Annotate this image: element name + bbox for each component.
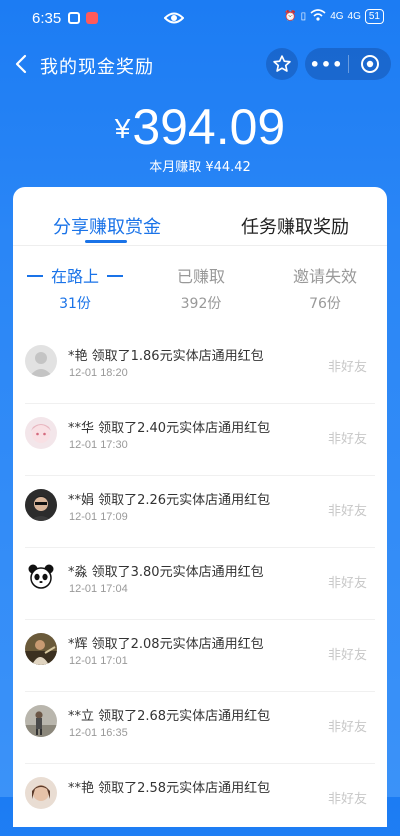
battery-icon: 51 [364, 9, 384, 24]
filter-label: 在路上 [50, 267, 99, 286]
list-item[interactable]: **立 领取了2.68元实体店通用红包 12-01 16:35 非好友 [13, 692, 387, 764]
record-desc: **立 领取了2.68元实体店通用红包 [68, 709, 271, 724]
reward-card: 分享赚取赏金 任务赚取奖励 在路上 31份 已赚取 392份 邀请失效 76份 … [13, 187, 387, 827]
mini-program-capsule: ••• [305, 48, 391, 80]
record-time: 12-01 17:01 [69, 655, 128, 667]
non-friend-tag: 非好友 [327, 432, 367, 447]
non-friend-tag: 非好友 [327, 360, 367, 375]
total-amount: ¥394.09 [0, 100, 400, 156]
signal-4g-icon-2: 4G [347, 11, 361, 22]
avatar [25, 417, 57, 449]
filter-label: 邀请失效 [292, 267, 357, 286]
avatar [25, 777, 57, 809]
list-item[interactable]: **艳 领取了2.58元实体店通用红包 非好友 [13, 764, 387, 836]
status-indicators: ⏰ ▯ 4G 4G 51 [284, 9, 384, 24]
record-desc: **娟 领取了2.26元实体店通用红包 [68, 493, 271, 508]
tab-bar: 分享赚取赏金 任务赚取奖励 [13, 187, 387, 246]
filter-earned[interactable]: 已赚取 392份 [141, 263, 261, 313]
dash-left [26, 275, 43, 277]
close-button[interactable] [349, 54, 391, 74]
non-friend-tag: 非好友 [327, 504, 367, 519]
tab-indicator [85, 240, 127, 243]
signal-4g-icon: 4G [330, 11, 344, 22]
record-desc: **华 领取了2.40元实体店通用红包 [68, 421, 271, 436]
month-earned: 本月赚取 ¥44.42 [149, 160, 251, 175]
filter-count: 392份 [180, 296, 222, 312]
non-friend-tag: 非好友 [327, 720, 367, 735]
filter-count: 76份 [309, 296, 341, 312]
avatar [25, 705, 57, 737]
dash-right [107, 275, 123, 277]
record-time: 12-01 18:20 [69, 367, 128, 379]
avatar [25, 489, 57, 521]
filter-count: 31份 [59, 296, 91, 312]
record-desc: *淼 领取了3.80元实体店通用红包 [68, 565, 264, 580]
eye-icon [163, 11, 185, 29]
favorite-button[interactable] [266, 48, 298, 80]
app-notification-icon [86, 12, 98, 24]
amount-value: 394.09 [132, 99, 286, 155]
record-desc: *艳 领取了1.86元实体店通用红包 [68, 349, 264, 364]
avatar [25, 561, 57, 593]
page-header: 我的现金奖励 ••• [0, 44, 400, 84]
list-item[interactable]: **华 领取了2.40元实体店通用红包 12-01 17:30 非好友 [13, 404, 387, 476]
tab-task-reward[interactable]: 任务赚取奖励 [241, 213, 349, 239]
status-time: 6:35 [32, 10, 62, 27]
list-item[interactable]: **娟 领取了2.26元实体店通用红包 12-01 17:09 非好友 [13, 476, 387, 548]
record-time: 12-01 16:35 [69, 727, 128, 739]
wifi-icon [310, 9, 326, 24]
filter-label: 已赚取 [176, 267, 225, 286]
non-friend-tag: 非好友 [327, 648, 367, 663]
record-desc: *辉 领取了2.08元实体店通用红包 [68, 637, 264, 652]
non-friend-tag: 非好友 [327, 576, 367, 591]
record-time: 12-01 17:09 [69, 511, 128, 523]
target-close-icon [361, 55, 379, 73]
more-button[interactable]: ••• [305, 55, 348, 74]
filter-on-the-way[interactable]: 在路上 31份 [15, 263, 135, 313]
alarm-icon: ⏰ [284, 11, 297, 22]
reward-summary: ¥394.09 本月赚取 ¥44.42 [0, 100, 400, 175]
record-time: 12-01 17:04 [69, 583, 128, 595]
record-desc: **艳 领取了2.58元实体店通用红包 [68, 781, 271, 796]
record-time: 12-01 17:30 [69, 439, 128, 451]
list-item[interactable]: *淼 领取了3.80元实体店通用红包 12-01 17:04 非好友 [13, 548, 387, 620]
avatar [25, 345, 57, 377]
non-friend-tag: 非好友 [327, 792, 367, 807]
chevron-left-icon [15, 54, 27, 74]
status-bar: 6:35 ⏰ ▯ 4G 4G 51 [0, 0, 400, 38]
currency-symbol: ¥ [114, 113, 131, 144]
back-button[interactable] [10, 50, 32, 78]
list-item[interactable]: *辉 领取了2.08元实体店通用红包 12-01 17:01 非好友 [13, 620, 387, 692]
page-title: 我的现金奖励 [40, 57, 154, 78]
notification-icon [68, 12, 80, 24]
tab-share-bounty[interactable]: 分享赚取赏金 [53, 213, 161, 239]
list-item[interactable]: *艳 领取了1.86元实体店通用红包 12-01 18:20 非好友 [13, 332, 387, 404]
star-icon [273, 55, 291, 72]
filter-invite-expired[interactable]: 邀请失效 76份 [265, 263, 385, 313]
avatar [25, 633, 57, 665]
vibrate-icon: ▯ [300, 11, 307, 22]
status-filter: 在路上 31份 已赚取 392份 邀请失效 76份 [13, 263, 387, 313]
